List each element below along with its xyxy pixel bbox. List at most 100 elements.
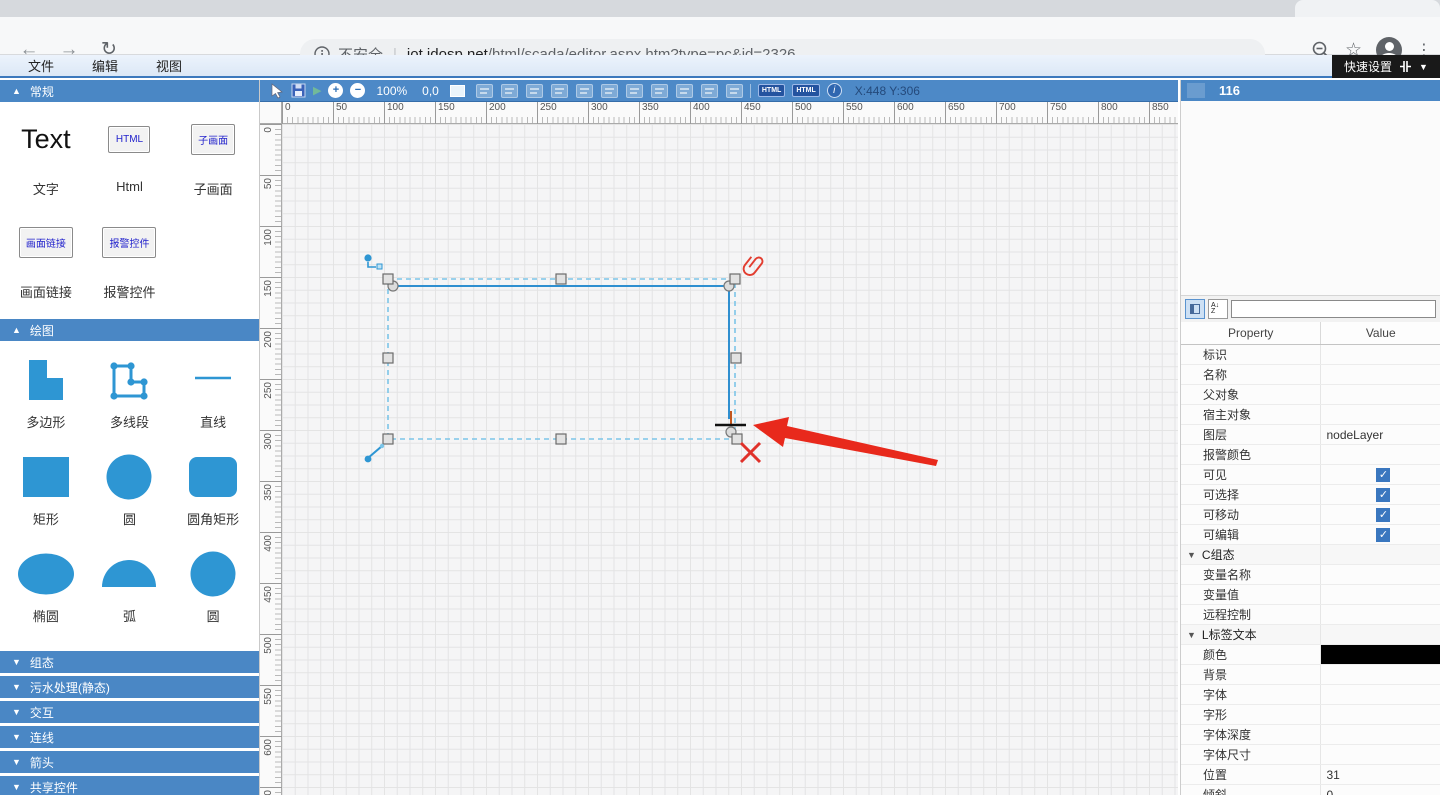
property-search-input[interactable] — [1231, 300, 1436, 318]
property-row-10[interactable]: ▼ C组态 — [1181, 545, 1440, 565]
panel-title-bar[interactable]: 116 — [1181, 80, 1440, 101]
property-value[interactable]: ✓ — [1320, 505, 1440, 524]
property-row-22[interactable]: 倾斜 0 — [1181, 785, 1440, 795]
shape-tool-arc[interactable]: 弧 — [88, 550, 172, 637]
object-tree-panel[interactable] — [1181, 101, 1440, 296]
section-header-collapsed-3[interactable]: ▼ 连线 — [0, 726, 259, 748]
property-value[interactable] — [1320, 545, 1440, 564]
widget-报警控件[interactable]: 报警控件 报警控件 — [88, 216, 172, 317]
section-header-collapsed-1[interactable]: ▼ 污水处理(静态) — [0, 676, 259, 698]
html-preview-icon[interactable]: HTML — [792, 84, 820, 97]
property-row-17[interactable]: 字体 — [1181, 685, 1440, 705]
info-circle-icon[interactable]: i — [826, 83, 842, 98]
property-value[interactable] — [1320, 685, 1440, 704]
checkbox-checked-icon[interactable]: ✓ — [1376, 487, 1391, 502]
html-source-icon[interactable]: HTML — [757, 84, 786, 97]
property-value[interactable] — [1320, 585, 1440, 604]
align-center-h-icon[interactable] — [550, 83, 568, 98]
categorize-view-icon[interactable] — [1185, 299, 1205, 319]
property-value[interactable] — [1320, 445, 1440, 464]
menubar-item-1[interactable]: 编辑 — [82, 54, 128, 77]
property-row-4[interactable]: 图层 nodeLayer — [1181, 425, 1440, 445]
property-value[interactable]: ✓ — [1320, 465, 1440, 484]
quick-settings-button[interactable]: 快速设置 ▼ — [1332, 55, 1440, 78]
browser-tab[interactable] — [1295, 0, 1440, 17]
property-row-9[interactable]: 可编辑 ✓ — [1181, 525, 1440, 545]
ungroup-icon[interactable] — [500, 83, 518, 98]
shape-tool-polygon[interactable]: 多边形 — [4, 356, 88, 443]
shape-tool-rounded-rect[interactable]: 圆角矩形 — [171, 453, 255, 540]
section-header-collapsed-2[interactable]: ▼ 交互 — [0, 701, 259, 723]
group-icon[interactable] — [475, 83, 493, 98]
property-row-8[interactable]: 可移动 ✓ — [1181, 505, 1440, 525]
triangle-down-icon[interactable]: ▼ — [1187, 550, 1196, 560]
property-row-11[interactable]: 变量名称 — [1181, 565, 1440, 585]
checkbox-checked-icon[interactable]: ✓ — [1376, 467, 1391, 482]
property-value[interactable] — [1320, 345, 1440, 364]
property-row-15[interactable]: 颜色 — [1181, 645, 1440, 665]
property-row-20[interactable]: 字体尺寸 — [1181, 745, 1440, 765]
property-row-7[interactable]: 可选择 ✓ — [1181, 485, 1440, 505]
property-row-19[interactable]: 字体深度 — [1181, 725, 1440, 745]
shape-tool-circle[interactable]: 圆 — [171, 550, 255, 637]
color-swatch[interactable] — [1321, 645, 1440, 664]
property-value[interactable] — [1320, 605, 1440, 624]
property-value[interactable] — [1320, 385, 1440, 404]
shape-tool-ellipse[interactable]: 椭圆 — [4, 550, 88, 637]
property-value[interactable] — [1320, 665, 1440, 684]
delete-x-icon[interactable] — [739, 441, 762, 464]
property-value[interactable]: ✓ — [1320, 525, 1440, 544]
same-width-icon[interactable] — [675, 83, 693, 98]
property-row-18[interactable]: 字形 — [1181, 705, 1440, 725]
align-top-icon[interactable] — [600, 83, 618, 98]
property-row-6[interactable]: 可见 ✓ — [1181, 465, 1440, 485]
section-header-draw[interactable]: ▲ 绘图 — [0, 319, 259, 341]
widget-画面链接[interactable]: 画面链接 画面链接 — [4, 216, 88, 317]
property-value[interactable] — [1320, 565, 1440, 584]
property-row-13[interactable]: 远程控制 — [1181, 605, 1440, 625]
align-right-icon[interactable] — [575, 83, 593, 98]
shape-tool-line[interactable]: 直线 — [171, 356, 255, 443]
widget-Html[interactable]: HTML Html — [88, 113, 172, 214]
checkbox-checked-icon[interactable]: ✓ — [1376, 507, 1391, 522]
property-value[interactable] — [1320, 405, 1440, 424]
property-value[interactable]: 0 — [1320, 785, 1440, 795]
triangle-down-icon[interactable]: ▼ — [1187, 630, 1196, 640]
drawn-polyline[interactable] — [393, 285, 730, 419]
property-row-1[interactable]: 名称 — [1181, 365, 1440, 385]
sort-az-icon[interactable]: A↓ Z — [1208, 299, 1228, 319]
property-row-2[interactable]: 父对象 — [1181, 385, 1440, 405]
property-row-12[interactable]: 变量值 — [1181, 585, 1440, 605]
property-value[interactable]: nodeLayer — [1320, 425, 1440, 444]
section-header-collapsed-4[interactable]: ▼ 箭头 — [0, 751, 259, 773]
menubar-item-2[interactable]: 视图 — [146, 54, 192, 77]
property-value[interactable] — [1320, 365, 1440, 384]
run-play-icon[interactable]: ▶ — [313, 84, 321, 97]
zoom-out-icon[interactable]: − — [350, 83, 366, 98]
shape-tool-circle[interactable]: 圆 — [88, 453, 172, 540]
property-row-14[interactable]: ▼ L标签文本 — [1181, 625, 1440, 645]
property-value[interactable]: 31 — [1320, 765, 1440, 784]
property-value[interactable] — [1320, 745, 1440, 764]
widget-子画面[interactable]: 子画面 子画面 — [171, 113, 255, 214]
shape-tool-rect[interactable]: 矩形 — [4, 453, 88, 540]
section-header-collapsed-5[interactable]: ▼ 共享控件 — [0, 776, 259, 795]
menubar-item-0[interactable]: 文件 — [18, 54, 64, 77]
section-header-collapsed-0[interactable]: ▼ 组态 — [0, 651, 259, 673]
align-left-icon[interactable] — [525, 83, 543, 98]
selection-handles[interactable] — [382, 273, 743, 445]
shape-tool-polyline[interactable]: 多线段 — [88, 356, 172, 443]
property-value[interactable] — [1320, 625, 1440, 644]
drawing-grid[interactable] — [282, 124, 1178, 795]
widget-文字[interactable]: Text 文字 — [4, 113, 88, 214]
property-value[interactable]: ✓ — [1320, 485, 1440, 504]
property-row-21[interactable]: 位置 31 — [1181, 765, 1440, 785]
vertex-handles[interactable] — [387, 280, 737, 438]
section-header-general[interactable]: ▲ 常规 — [0, 80, 259, 102]
select-cursor-icon[interactable] — [270, 82, 284, 99]
property-row-3[interactable]: 宿主对象 — [1181, 405, 1440, 425]
property-value[interactable] — [1320, 725, 1440, 744]
same-height-icon[interactable] — [700, 83, 718, 98]
property-row-16[interactable]: 背景 — [1181, 665, 1440, 685]
align-middle-icon[interactable] — [625, 83, 643, 98]
